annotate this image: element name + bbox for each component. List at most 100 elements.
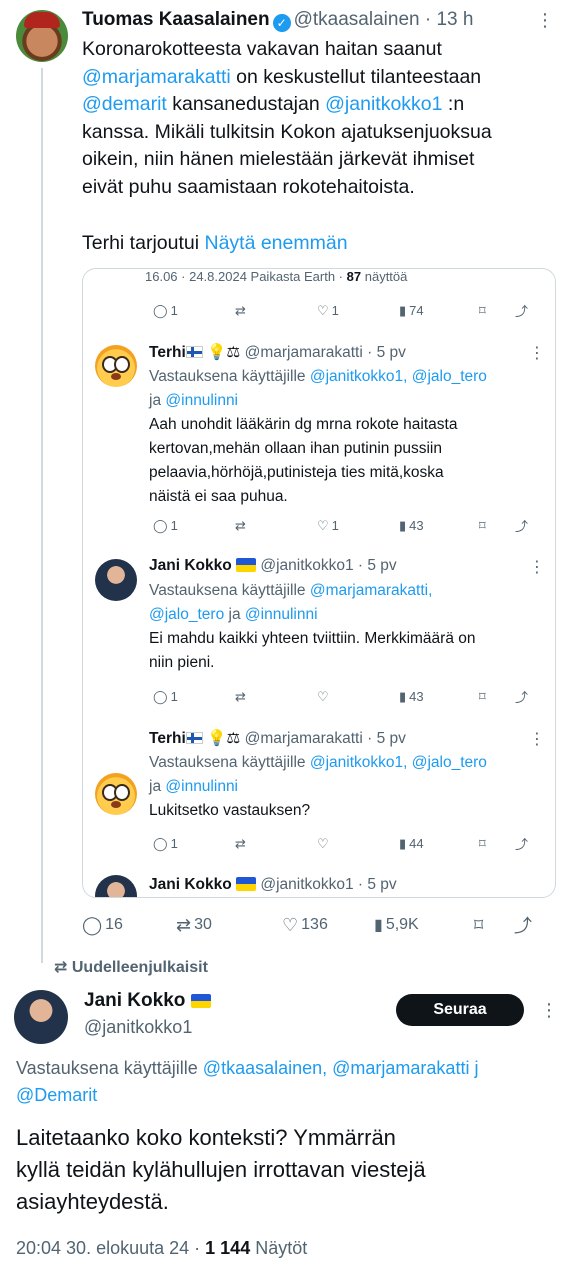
reply-line: Aah unohdit lääkärin dg mrna rokote hait… (149, 416, 458, 433)
reply-header: Jani Kokko @janitkokko1 · 5 pv (149, 557, 397, 575)
mention-link[interactable]: @janitkokko1, @jalo_tero (310, 368, 487, 385)
thread-line (41, 68, 43, 963)
share-button[interactable]: ⤴ (515, 834, 528, 853)
mention-link[interactable]: @jalo_tero (149, 606, 224, 623)
bookmark-button[interactable]: ⌑ (479, 836, 515, 852)
share-icon: ⤴ (515, 304, 529, 319)
mention-link[interactable]: @innulinni (245, 606, 318, 623)
flag-finland-icon (185, 346, 203, 358)
mention-link[interactable]: @marjamarakatti (82, 66, 231, 88)
replying-prefix: Vastauksena käyttäjille (149, 754, 306, 771)
views-button[interactable]: ▮ 43 (399, 689, 479, 705)
repost-button[interactable]: ⇄ (235, 303, 317, 319)
reply-author[interactable]: Terhi (149, 344, 186, 361)
tweet-line: kanssa. Mikäli tulkitsin Kokon ajatuksen… (82, 120, 492, 143)
bookmark-button[interactable]: ⌑ (479, 689, 515, 705)
share-button[interactable]: ⤴ (514, 912, 532, 938)
author-name-text[interactable]: Jani Kokko (84, 990, 185, 1011)
mention-link[interactable]: @innulinni (165, 392, 238, 409)
avatar[interactable] (14, 990, 68, 1044)
reply-button[interactable]: ◯ 1 (153, 689, 235, 705)
reply-icon: ◯ (153, 302, 168, 318)
reply-count: 1 (170, 836, 178, 851)
card-views-num: 87 (346, 269, 362, 284)
views-button[interactable]: ▮ 74 (399, 303, 479, 319)
reply-button[interactable]: ◯ 1 (153, 518, 235, 534)
avatar[interactable] (95, 875, 137, 897)
avatar[interactable] (95, 559, 137, 601)
mention-link[interactable]: @Demarit (16, 1085, 97, 1105)
view-count: 5,9K (385, 916, 419, 933)
reply-handle[interactable]: @marjamarakatti · 5 pv (245, 344, 406, 361)
heart-icon: ♡ (317, 302, 329, 318)
repost-button[interactable]: ⇄ (235, 689, 317, 705)
reply-button[interactable]: ◯ 1 (153, 836, 235, 852)
show-more-link[interactable]: Näytä enemmän (204, 232, 347, 254)
bookmark-button[interactable]: ⌑ (474, 915, 514, 936)
reply-button[interactable]: ◯ 16 (82, 915, 176, 936)
more-options-icon[interactable]: ⋮ (529, 729, 545, 749)
action-bar: ◯ 1 ⇄ ♡ ▮ 44 ⌑ ⤴ (153, 834, 533, 853)
avatar[interactable] (95, 773, 137, 815)
more-options-icon[interactable]: ⋮ (529, 557, 545, 577)
like-button[interactable]: ♡ 1 (317, 518, 399, 534)
share-button[interactable]: ⤴ (515, 301, 528, 320)
avatar[interactable] (95, 345, 137, 387)
like-button[interactable]: ♡ (317, 836, 399, 852)
mention-link[interactable]: @tkaasalainen, @marjamarakatti j (203, 1058, 479, 1078)
follow-button[interactable]: Seuraa (396, 994, 524, 1026)
reply-line: niin pieni. (149, 654, 215, 671)
author-name: Jani Kokko (84, 990, 211, 1012)
more-options-icon[interactable]: ⋮ (529, 343, 545, 363)
like-count: 1 (331, 303, 339, 318)
reply-author[interactable]: Jani Kokko (149, 876, 232, 893)
views-button[interactable]: ▮ 5,9K (374, 915, 474, 935)
reply-header: Terhi 💡⚖ @marjamarakatti · 5 pv (149, 343, 406, 362)
tweet-time[interactable]: 20:04 30. elokuuta 24 · (16, 1238, 200, 1258)
repost-button[interactable]: ⇄ (235, 518, 317, 534)
heart-icon: ♡ (317, 835, 329, 851)
more-options-icon[interactable]: ⋮ (536, 10, 554, 31)
bulb-icon: 💡⚖ (207, 344, 241, 361)
reply-button[interactable]: ◯ 1 (153, 303, 235, 319)
like-button[interactable]: ♡ (317, 689, 399, 705)
share-icon: ⤴ (515, 837, 529, 852)
bookmark-button[interactable]: ⌑ (479, 518, 515, 534)
author-handle[interactable]: @janitkokko1 (84, 1017, 192, 1038)
replying-prefix: Vastauksena käyttäjille (149, 582, 306, 599)
bookmark-button[interactable]: ⌑ (479, 303, 515, 319)
tweet-segment: kansanedustajan (166, 93, 326, 115)
flag-ukraine-icon (236, 558, 257, 572)
views-icon: ▮ (399, 302, 407, 318)
share-icon: ⤴ (514, 916, 532, 936)
more-options-icon[interactable]: ⋮ (540, 1000, 558, 1021)
mention-link[interactable]: @marjamarakatti, (310, 582, 433, 599)
views-button[interactable]: ▮ 43 (399, 518, 479, 534)
tweet-time[interactable]: · 13 h (425, 9, 474, 30)
repost-button[interactable]: ⇄ 30 (176, 915, 282, 936)
card-views-label: näyttöä (364, 269, 408, 284)
mention-link[interactable]: @demarit (82, 93, 167, 115)
share-button[interactable]: ⤴ (515, 687, 528, 706)
action-bar: ◯ 1 ⇄ ♡ 1 ▮ 43 ⌑ ⤴ (153, 516, 533, 535)
views-button[interactable]: ▮ 44 (399, 836, 479, 852)
reply-count: 1 (170, 518, 178, 533)
embedded-screenshot[interactable]: 16.06 · 24.8.2024 Paikasta Earth · 87 nä… (82, 268, 556, 898)
mention-link[interactable]: @innulinni (165, 778, 238, 795)
reply-handle[interactable]: @marjamarakatti · 5 pv (245, 730, 406, 747)
reply-handle[interactable]: @janitkokko1 · 5 pv (260, 557, 396, 574)
like-button[interactable]: ♡ 136 (282, 915, 374, 936)
share-icon: ⤴ (515, 519, 529, 534)
reply-handle[interactable]: @janitkokko1 · 5 pv (260, 876, 396, 893)
author-handle[interactable]: @tkaasalainen (294, 9, 420, 30)
like-button[interactable]: ♡ 1 (317, 303, 399, 319)
mention-link[interactable]: @janitkokko1 (325, 93, 442, 115)
reply-author[interactable]: Jani Kokko (149, 557, 232, 574)
share-button[interactable]: ⤴ (515, 516, 528, 535)
mention-link[interactable]: @janitkokko1, @jalo_tero (310, 754, 487, 771)
avatar[interactable] (16, 10, 68, 62)
repost-button[interactable]: ⇄ (235, 836, 317, 852)
tweet-last-line: Terhi tarjoutui Näytä enemmän (82, 232, 348, 255)
reply-author[interactable]: Terhi (149, 730, 186, 747)
author-name[interactable]: Tuomas Kaasalainen (82, 9, 270, 30)
